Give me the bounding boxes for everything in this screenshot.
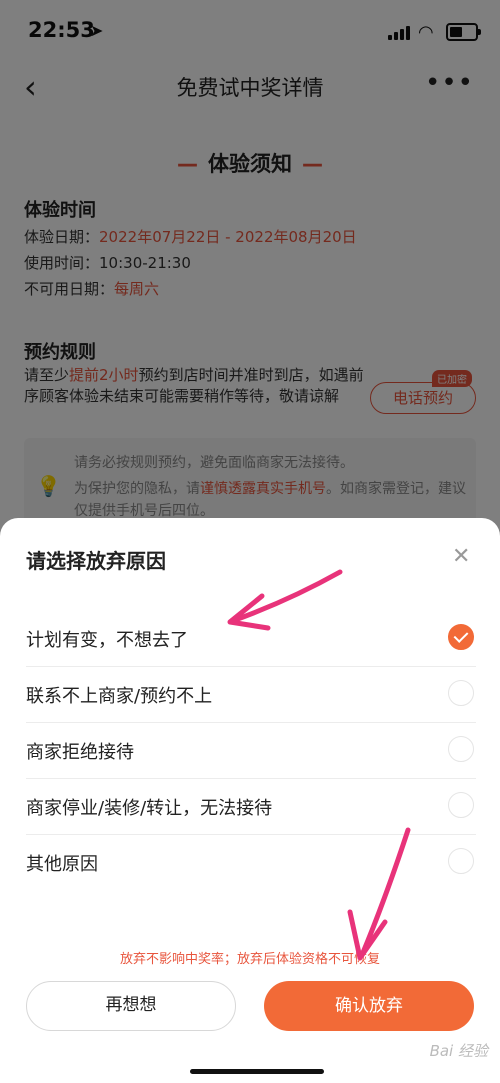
reason-option[interactable]: 计划有变，不想去了 <box>26 610 476 667</box>
confirm-abandon-button[interactable]: 确认放弃 <box>264 981 474 1031</box>
reason-label: 计划有变，不想去了 <box>26 630 188 651</box>
home-indicator <box>190 1069 324 1074</box>
reason-label: 商家拒绝接待 <box>26 742 134 763</box>
abandon-reason-sheet: 请选择放弃原因 ✕ 计划有变，不想去了 联系不上商家/预约不上 商家拒绝接待 商… <box>0 518 500 1083</box>
radio-checked-icon[interactable] <box>448 624 474 650</box>
reason-label: 联系不上商家/预约不上 <box>26 686 213 707</box>
radio-icon[interactable] <box>448 736 474 762</box>
reason-option[interactable]: 其他原因 <box>26 834 476 890</box>
radio-icon[interactable] <box>448 792 474 818</box>
sheet-title: 请选择放弃原因 <box>26 549 166 573</box>
reason-label: 其他原因 <box>26 854 98 875</box>
close-icon[interactable]: ✕ <box>452 544 470 569</box>
radio-icon[interactable] <box>448 848 474 874</box>
reason-label: 商家停业/装修/转让，无法接待 <box>26 798 273 819</box>
reason-option[interactable]: 联系不上商家/预约不上 <box>26 666 476 723</box>
radio-icon[interactable] <box>448 680 474 706</box>
watermark-logo: Bai 经验 <box>429 1042 488 1060</box>
reason-option[interactable]: 商家拒绝接待 <box>26 722 476 779</box>
reason-option[interactable]: 商家停业/装修/转让，无法接待 <box>26 778 476 835</box>
abandon-notice: 放弃不影响中奖率；放弃后体验资格不可恢复 <box>119 952 380 967</box>
think-again-button[interactable]: 再想想 <box>26 981 236 1031</box>
